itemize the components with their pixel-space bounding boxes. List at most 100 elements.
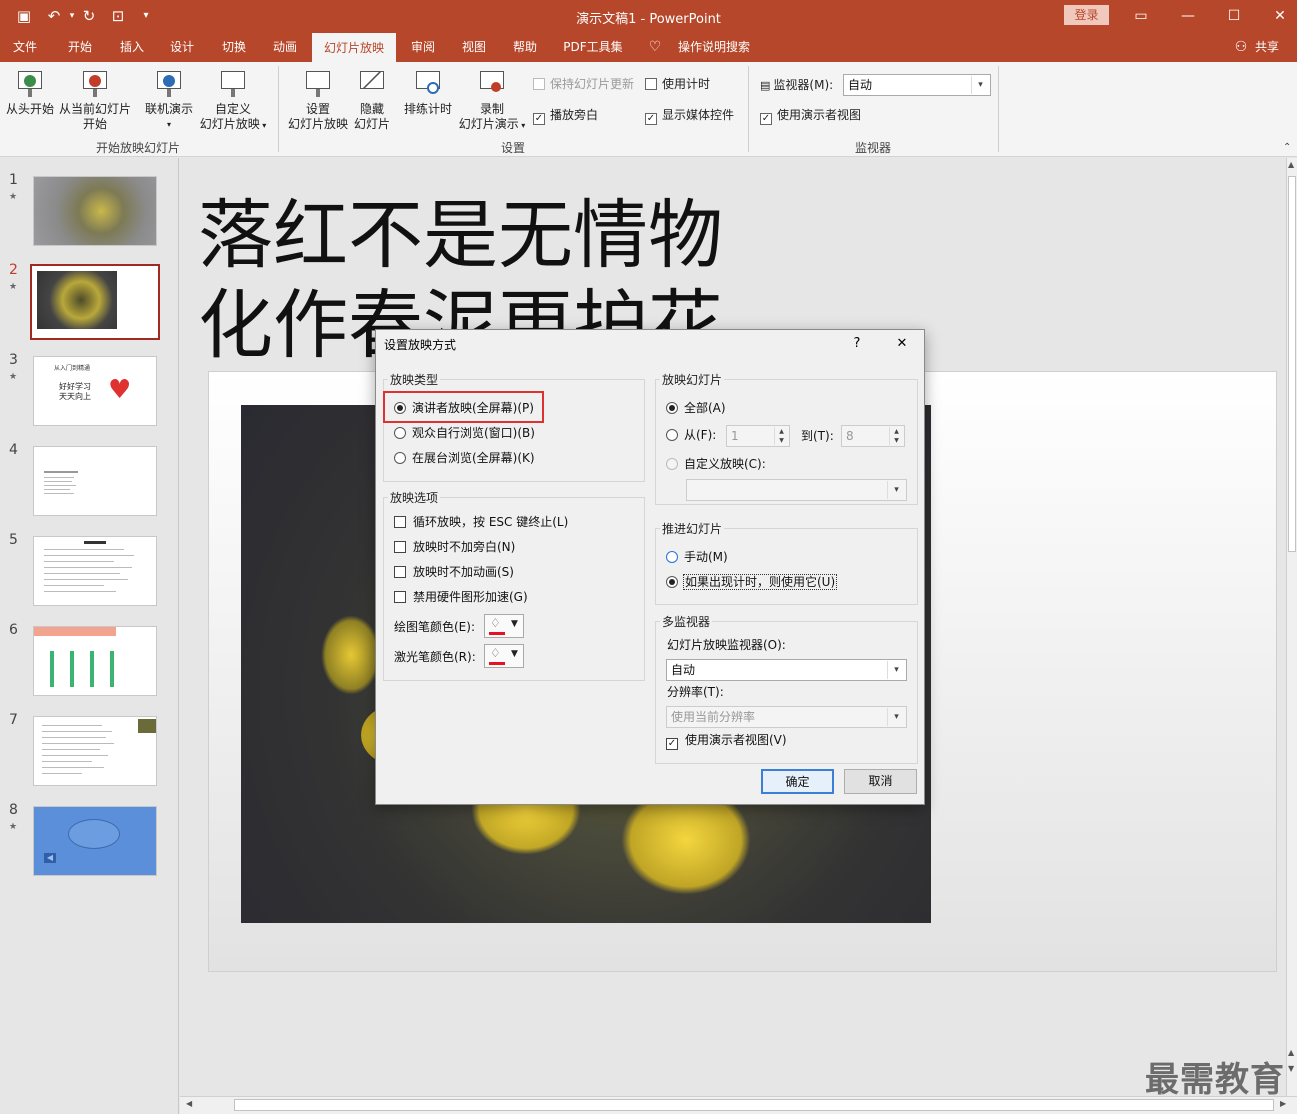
tab-insert[interactable]: 插入 <box>112 32 152 62</box>
no-narration-checkbox[interactable]: 放映时不加旁白(N) <box>394 540 515 556</box>
slide-thumbnail-1[interactable] <box>33 176 157 246</box>
slideshow-monitor-dropdown[interactable]: 自动 ▾ <box>666 659 907 681</box>
tab-animations[interactable]: 动画 <box>265 32 305 62</box>
slide-number: 5 <box>9 532 18 548</box>
redo-icon[interactable]: ↻ <box>79 6 99 26</box>
loop-checkbox[interactable]: 循环放映，按 ESC 键终止(L) <box>394 515 568 531</box>
tab-transitions[interactable]: 切换 <box>214 32 254 62</box>
use-timings-checkbox[interactable]: 使用计时 <box>645 77 710 93</box>
record-slideshow-button[interactable]: 录制 幻灯片演示 ▾ <box>456 68 528 133</box>
slide-thumbnail-2-selected[interactable] <box>30 264 160 340</box>
chevron-down-icon: ▾ <box>887 661 905 679</box>
custom-slideshow-button[interactable]: 自定义 幻灯片放映 ▾ <box>198 68 268 133</box>
back-button-icon: ◀ <box>44 853 56 863</box>
help-button[interactable]: ? <box>845 334 869 354</box>
page-up-icon[interactable]: ▲ <box>1288 1048 1294 1057</box>
rehearse-timings-button[interactable]: 排练计时 <box>402 68 454 117</box>
show-media-controls-checkbox[interactable]: ✓ 显示媒体控件 <box>645 108 734 125</box>
group-label-monitors: 监视器 <box>854 141 891 155</box>
play-narrations-checkbox[interactable]: ✓ 播放旁白 <box>533 108 598 125</box>
manual-advance-radio[interactable]: 手动(M) <box>666 550 728 566</box>
paint-bucket-icon: ♢ <box>490 616 501 630</box>
no-animation-checkbox[interactable]: 放映时不加动画(S) <box>394 565 514 581</box>
use-timings-radio[interactable]: 如果出现计时，则使用它(U) <box>666 574 838 591</box>
slide-thumbnail-5[interactable] <box>33 536 157 606</box>
pen-color-button[interactable]: ♢ ▼ <box>484 614 524 638</box>
slide-thumbnail-7[interactable] <box>33 716 157 786</box>
dialog-presenter-view-checkbox[interactable]: ✓ 使用演示者视图(V) <box>666 733 787 750</box>
from-slide-input[interactable]: 1 ▲ ▼ <box>726 425 790 447</box>
laser-color-button[interactable]: ♢ ▼ <box>484 644 524 668</box>
scroll-up-icon[interactable]: ▲ <box>1288 160 1294 169</box>
tab-slideshow[interactable]: 幻灯片放映 <box>312 33 396 62</box>
horizontal-scrollbar[interactable]: ◀ ▶ <box>180 1096 1297 1114</box>
customize-toolbar-icon[interactable]: ▾ <box>136 6 156 26</box>
slide-thumbnail-4[interactable] <box>33 446 157 516</box>
tab-file[interactable]: 文件 <box>6 32 44 62</box>
from-start-quick-icon[interactable]: ⊡ <box>108 6 128 26</box>
monitor-label: ▤ 监视器(M): <box>760 78 834 92</box>
vertical-scrollbar[interactable]: ▲ ▲ ▼ <box>1286 158 1297 1096</box>
slideshow-current-icon <box>80 68 110 100</box>
tab-home[interactable]: 开始 <box>60 32 100 62</box>
tab-design[interactable]: 设计 <box>162 32 202 62</box>
animation-star-icon: ★ <box>9 372 18 382</box>
from-radio[interactable]: 从(F): <box>666 428 716 444</box>
disable-hw-accel-checkbox[interactable]: 禁用硬件图形加速(G) <box>394 590 528 606</box>
slide-number: 2 <box>9 262 18 278</box>
custom-show-dropdown: ▾ <box>686 479 907 501</box>
slide-thumbnail-3[interactable]: 从入门到精通 好好学习 天天向上 ♥ <box>33 356 157 426</box>
spinner-icon[interactable]: ▲ ▼ <box>774 427 788 445</box>
share-button[interactable]: 共享 <box>1252 32 1282 62</box>
undo-icon[interactable]: ↶ <box>44 6 64 26</box>
dialog-close-button[interactable]: ✕ <box>890 334 914 354</box>
slide-thumbnail-8[interactable]: ◀ <box>33 806 157 876</box>
chevron-down-icon: ▾ <box>971 76 989 94</box>
scroll-thumb[interactable] <box>1288 176 1296 552</box>
save-icon[interactable]: ▣ <box>14 6 34 26</box>
page-down-icon[interactable]: ▼ <box>1288 1064 1294 1073</box>
ribbon-separator <box>998 66 999 152</box>
animation-star-icon: ★ <box>9 192 18 202</box>
custom-show-radio: 自定义放映(C): <box>666 457 766 473</box>
all-slides-radio[interactable]: 全部(A) <box>666 401 726 417</box>
tab-review[interactable]: 审阅 <box>403 32 443 62</box>
cancel-button[interactable]: 取消 <box>844 769 917 794</box>
login-button[interactable]: 登录 <box>1064 5 1109 25</box>
ok-button[interactable]: 确定 <box>761 769 834 794</box>
from-beginning-button[interactable]: 从头开始 <box>4 68 56 117</box>
thumbnail-photo <box>37 271 117 329</box>
slideshow-monitor-label: 幻灯片放映监视器(O): <box>667 638 786 652</box>
setup-slideshow-icon <box>303 68 333 100</box>
close-icon[interactable]: ✕ <box>1266 4 1294 28</box>
tab-help[interactable]: 帮助 <box>505 32 545 62</box>
slide-thumbnail-panel: 1 ★ 2 ★ 3 ★ 从入门到精通 好好学习 天天向上 ♥ 4 5 6 7 8… <box>0 158 179 1114</box>
tell-me-search[interactable]: 操作说明搜索 <box>672 32 756 62</box>
ribbon-display-icon[interactable]: ▭ <box>1127 4 1155 28</box>
hide-slide-icon <box>357 68 387 100</box>
pen-color-label: 绘图笔颜色(E): <box>394 620 475 634</box>
individual-radio[interactable]: 观众自行浏览(窗口)(B) <box>394 426 535 442</box>
tab-pdf-tools[interactable]: PDF工具集 <box>558 32 628 62</box>
to-slide-input[interactable]: 8 ▲ ▼ <box>841 425 905 447</box>
tab-view[interactable]: 视图 <box>454 32 494 62</box>
heart-icon: ♥ <box>108 375 132 405</box>
maximize-icon[interactable]: ☐ <box>1220 4 1248 28</box>
monitor-dropdown[interactable]: 自动 ▾ <box>843 74 991 96</box>
slide-number: 7 <box>9 712 18 728</box>
present-online-button[interactable]: 联机演示 ▾ <box>142 68 196 132</box>
scroll-left-icon[interactable]: ◀ <box>186 1099 192 1108</box>
globe-presentation-icon <box>154 68 184 100</box>
hide-slide-button[interactable]: 隐藏 幻灯片 <box>352 68 392 132</box>
chevron-down-icon: ▾ <box>887 481 905 499</box>
use-presenter-view-checkbox[interactable]: ✓ 使用演示者视图 <box>760 108 861 125</box>
from-current-slide-button[interactable]: 从当前幻灯片 开始 <box>58 68 132 132</box>
kiosk-radio[interactable]: 在展台浏览(全屏幕)(K) <box>394 451 535 467</box>
collapse-ribbon-icon[interactable]: ⌃ <box>1283 142 1291 153</box>
scroll-thumb[interactable] <box>234 1099 1274 1111</box>
setup-slideshow-button[interactable]: 设置 幻灯片放映 <box>286 68 350 132</box>
minimize-icon[interactable]: — <box>1174 4 1202 28</box>
slide-thumbnail-6[interactable] <box>33 626 157 696</box>
animation-star-icon: ★ <box>9 822 18 832</box>
spinner-icon[interactable]: ▲ ▼ <box>889 427 903 445</box>
